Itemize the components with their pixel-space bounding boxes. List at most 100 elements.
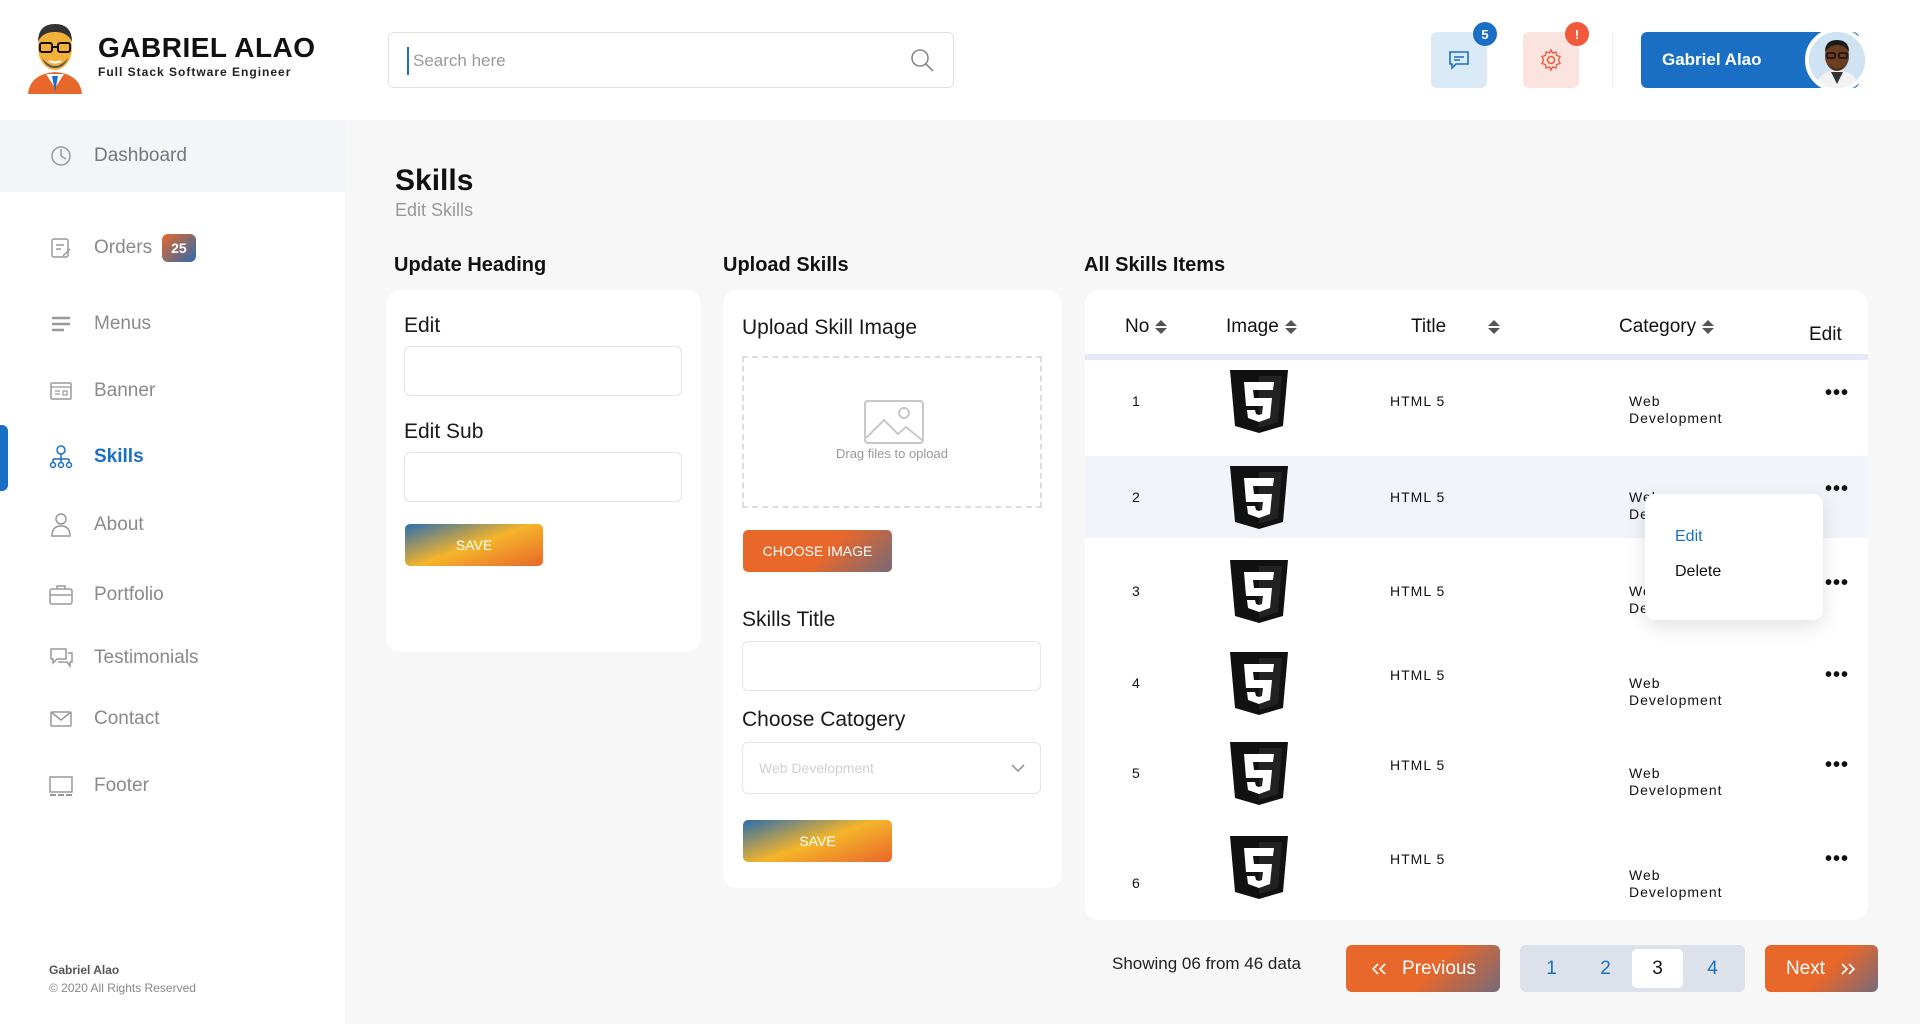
more-options-button[interactable]: •••: [1825, 848, 1849, 871]
next-button[interactable]: Next: [1765, 945, 1878, 992]
sidebar-item-about[interactable]: About: [0, 489, 345, 561]
more-options-button[interactable]: •••: [1825, 572, 1849, 595]
skills-title-input[interactable]: [742, 641, 1041, 691]
row-category-line2: Development: [1629, 410, 1723, 426]
table-row: 5 HTML 5 Web Development •••: [1085, 732, 1868, 814]
edit-sub-input[interactable]: [404, 452, 682, 502]
sidebar-item-dashboard[interactable]: Dashboard: [0, 120, 345, 192]
col-header-image[interactable]: Image: [1226, 316, 1297, 338]
gear-icon: [1541, 48, 1561, 72]
choose-image-button[interactable]: CHOOSE IMAGE: [743, 530, 892, 572]
category-select[interactable]: Web Development: [742, 742, 1041, 794]
row-category: WebDevelopment: [1629, 675, 1723, 709]
col-header-category[interactable]: Category: [1619, 316, 1715, 338]
category-selected-value: Web Development: [759, 760, 874, 776]
sort-icon[interactable]: [1155, 320, 1168, 334]
menus-icon: [48, 311, 74, 337]
messages-button[interactable]: 5: [1431, 22, 1497, 88]
image-dropzone[interactable]: Drag files to opload: [742, 356, 1042, 508]
image-placeholder-icon: [864, 400, 924, 444]
col-header-no[interactable]: No: [1125, 316, 1168, 338]
page-2-button[interactable]: 2: [1580, 949, 1631, 988]
category-label: Choose Catogery: [742, 708, 906, 731]
edit-heading-input[interactable]: [404, 346, 682, 396]
html5-icon: [1226, 650, 1292, 721]
row-title: HTML 5: [1390, 667, 1446, 683]
sidebar-item-skills[interactable]: Skills: [0, 421, 345, 493]
brand[interactable]: GABRIEL ALAO Full Stack Software Enginee…: [24, 18, 316, 94]
more-options-button[interactable]: •••: [1825, 478, 1849, 501]
save-skill-button[interactable]: SAVE: [743, 820, 892, 862]
col-header-label: Image: [1226, 316, 1279, 337]
settings-button[interactable]: !: [1523, 22, 1589, 88]
brand-avatar-icon: [28, 24, 82, 94]
row-category-line1: Web: [1629, 675, 1661, 691]
search-icon[interactable]: [909, 47, 935, 73]
sort-icon[interactable]: [1488, 320, 1501, 334]
sidebar-item-portfolio[interactable]: Portfolio: [0, 559, 345, 631]
update-heading-title: Update Heading: [394, 254, 547, 276]
row-category-line1: Web: [1629, 765, 1661, 781]
contact-icon: [48, 706, 74, 732]
page-3-button[interactable]: 3: [1632, 949, 1683, 988]
col-header-edit: Edit: [1809, 324, 1842, 346]
menu-delete-item[interactable]: Delete: [1675, 563, 1721, 581]
chat-icon: [1449, 51, 1469, 70]
orders-count-badge: 25: [162, 234, 196, 262]
sidebar-item-orders[interactable]: Orders 25: [0, 212, 345, 284]
sidebar-item-label: Banner: [94, 380, 156, 401]
save-heading-button[interactable]: SAVE: [405, 524, 543, 566]
search-input[interactable]: [407, 47, 887, 75]
html5-icon: [1226, 740, 1292, 811]
chevron-down-icon: [1011, 764, 1025, 773]
footer-icon: [48, 773, 74, 799]
user-avatar[interactable]: [1805, 28, 1869, 92]
sidebar-item-label: Orders: [94, 237, 153, 258]
edit-label: Edit: [404, 314, 441, 337]
col-header-label: Title: [1411, 316, 1447, 337]
sidebar-item-label: About: [94, 514, 144, 535]
sidebar-item-banner[interactable]: Banner: [0, 355, 345, 427]
sort-icon[interactable]: [1284, 320, 1297, 334]
page-numbers: 1 2 3 4: [1520, 945, 1745, 992]
row-title: HTML 5: [1390, 393, 1446, 409]
brand-role: Full Stack Software Engineer: [98, 65, 292, 79]
col-header-title[interactable]: Title: [1411, 316, 1501, 338]
all-skills-title: All Skills Items: [1084, 254, 1226, 276]
sidebar-item-menus[interactable]: Menus: [0, 288, 345, 360]
row-category: WebDevelopment: [1629, 393, 1723, 427]
html5-icon: [1226, 834, 1292, 905]
dropzone-text: Drag files to opload: [835, 446, 948, 461]
about-icon: [48, 512, 74, 538]
more-options-button[interactable]: •••: [1825, 382, 1849, 405]
more-options-button[interactable]: •••: [1825, 664, 1849, 687]
previous-button[interactable]: Previous: [1346, 945, 1500, 992]
table-row: 6 HTML 5 Web Development •••: [1085, 826, 1868, 908]
page-4-button[interactable]: 4: [1687, 949, 1738, 988]
sidebar-item-label: Skills: [94, 446, 144, 467]
menu-edit-item[interactable]: Edit: [1675, 528, 1703, 546]
sidebar-item-label: Portfolio: [94, 584, 164, 605]
brand-name: GABRIEL ALAO: [98, 32, 316, 63]
row-category-line2: Development: [1629, 884, 1723, 900]
portfolio-icon: [48, 582, 74, 608]
sidebar-item-label: Footer: [94, 775, 149, 796]
sidebar-item-footer[interactable]: Footer: [0, 750, 345, 822]
search-box[interactable]: [388, 32, 954, 88]
banner-icon: [48, 378, 74, 404]
table-row: 4 HTML 5 Web Development •••: [1085, 642, 1868, 724]
page-1-button[interactable]: 1: [1526, 949, 1577, 988]
upload-skills-title: Upload Skills: [723, 254, 849, 276]
html5-icon: [1226, 464, 1292, 535]
more-options-button[interactable]: •••: [1825, 754, 1849, 777]
html5-icon: [1226, 558, 1292, 629]
page-title: Skills: [395, 164, 474, 197]
active-indicator: [0, 425, 8, 491]
row-number: 4: [1132, 675, 1141, 691]
row-title: HTML 5: [1390, 757, 1446, 773]
footer-copyright: © 2020 All Rights Reserved: [49, 981, 196, 995]
row-category: WebDevelopment: [1629, 765, 1723, 799]
user-avatar-icon: [1809, 32, 1865, 88]
sort-icon[interactable]: [1702, 320, 1715, 334]
sidebar-item-contact[interactable]: Contact: [0, 683, 345, 755]
